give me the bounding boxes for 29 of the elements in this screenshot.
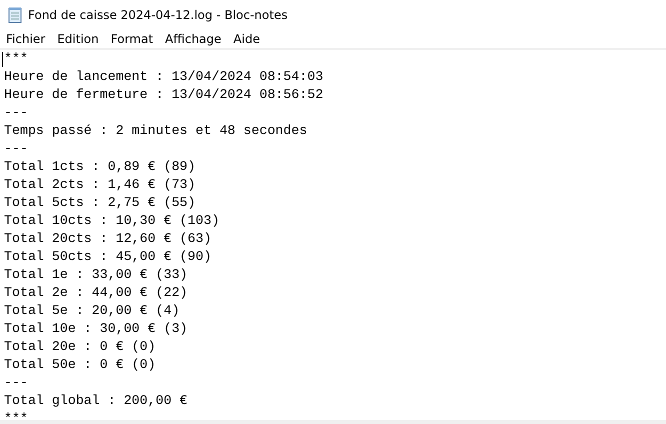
text-line: ---: [4, 104, 28, 122]
text-line: Total 5e : 20,00 € (4): [4, 302, 180, 320]
text-line: Total 10cts : 10,30 € (103): [4, 212, 220, 230]
text-line: Total 2e : 44,00 € (22): [4, 284, 188, 302]
text-line: Total 1e : 33,00 € (33): [4, 266, 188, 284]
menu-item[interactable]: Fichier: [0, 32, 52, 46]
text-line: Total 5cts : 2,75 € (55): [4, 194, 196, 212]
text-line: Heure de fermeture : 13/04/2024 08:56:52: [4, 86, 324, 104]
notepad-icon: [8, 7, 22, 23]
text-line: Total 1cts : 0,89 € (89): [4, 158, 196, 176]
text-line: ***: [4, 410, 28, 420]
text-line: Total 50cts : 45,00 € (90): [4, 248, 212, 266]
text-line: Total 50e : 0 € (0): [4, 356, 156, 374]
text-line: Heure de lancement : 13/04/2024 08:54:03: [4, 68, 324, 86]
text-line: Total 20cts : 12,60 € (63): [4, 230, 212, 248]
text-line: Total 2cts : 1,46 € (73): [4, 176, 196, 194]
window-title: Fond de caisse 2024-04-12.log - Bloc-notes: [28, 8, 288, 22]
text-line: Total global : 200,00 €: [4, 392, 188, 410]
text-line: Total 20e : 0 € (0): [4, 338, 156, 356]
text-line: Temps passé : 2 minutes et 48 secondes: [4, 122, 308, 140]
text-line: ---: [4, 140, 28, 158]
text-line: Total 10e : 30,00 € (3): [4, 320, 188, 338]
menu-item[interactable]: Format: [104, 32, 160, 46]
text-line: ---: [4, 374, 28, 392]
menu-item[interactable]: Aide: [227, 32, 266, 46]
text-cursor: [2, 52, 3, 67]
menu-item[interactable]: Edition: [51, 32, 105, 46]
menu-item[interactable]: Affichage: [159, 32, 228, 46]
text-line: ***: [4, 50, 28, 68]
